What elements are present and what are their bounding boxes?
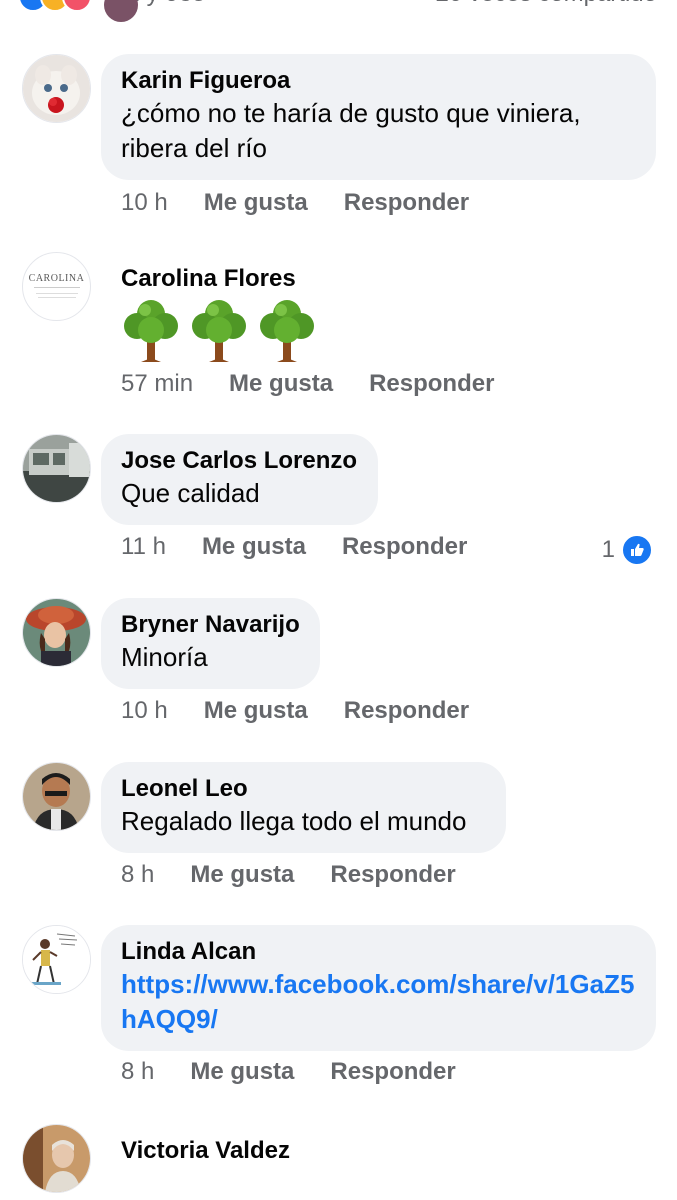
- comment-bubble[interactable]: Linda Alcan https://www.facebook.com/sha…: [101, 925, 656, 1051]
- comment-time[interactable]: 8 h: [121, 1058, 154, 1086]
- reply-button[interactable]: Responder: [344, 697, 469, 725]
- like-count-number: 1: [601, 536, 615, 563]
- reply-button[interactable]: Responder: [342, 533, 467, 561]
- reaction-icons[interactable]: [18, 0, 92, 12]
- reply-button[interactable]: Responder: [330, 1058, 455, 1086]
- comment-actions: 57 min Me gusta Responder: [121, 370, 494, 398]
- reply-button[interactable]: Responder: [330, 861, 455, 889]
- emoji-row: [121, 298, 531, 362]
- avatar-logo-text: CAROLINA: [28, 272, 85, 284]
- kitten-avatar-icon: [23, 55, 90, 122]
- comment-time[interactable]: 10 h: [121, 697, 168, 725]
- comment-time[interactable]: 11 h: [121, 533, 166, 561]
- comment-actions: 11 h Me gusta Responder: [121, 533, 467, 561]
- comment-bubble[interactable]: Victoria Valdez: [101, 1124, 551, 1180]
- person-photo-avatar-icon: [23, 1125, 90, 1192]
- comment-like-count[interactable]: 1: [602, 534, 653, 566]
- comment-bubble[interactable]: Leonel Leo Regalado llega todo el mundo: [101, 762, 506, 853]
- comment-actions: 8 h Me gusta Responder: [121, 1058, 456, 1086]
- comment-author[interactable]: Jose Carlos Lorenzo: [121, 446, 358, 476]
- comment-text: Minoría: [121, 642, 208, 672]
- like-button[interactable]: Me gusta: [204, 189, 308, 217]
- comment-actions: 8 h Me gusta Responder: [121, 861, 456, 889]
- comment-time[interactable]: 8 h: [121, 861, 154, 889]
- avatar[interactable]: [22, 598, 91, 667]
- person-photo-avatar-icon: [23, 763, 90, 830]
- vehicle-photo-avatar-icon: [23, 435, 90, 502]
- comment-author[interactable]: Victoria Valdez: [121, 1136, 531, 1166]
- avatar[interactable]: [22, 1124, 91, 1193]
- like-button[interactable]: Me gusta: [204, 697, 308, 725]
- thumbs-up-icon: [621, 534, 653, 566]
- comment-text: ¿cómo no te haría de gusto que viniera, …: [121, 98, 581, 163]
- avatar[interactable]: [22, 925, 91, 994]
- comment-bubble[interactable]: Bryner Navarijo Minoría: [101, 598, 320, 689]
- comment-text: Regalado llega todo el mundo: [121, 806, 467, 836]
- comment-author[interactable]: Bryner Navarijo: [121, 610, 300, 640]
- shares-count[interactable]: 20 veces compartido: [436, 0, 657, 8]
- reply-button[interactable]: Responder: [369, 370, 494, 398]
- avatar[interactable]: CAROLINA: [22, 252, 91, 321]
- partial-avatar: [104, 0, 138, 22]
- comment-bubble[interactable]: Carolina Flores: [101, 252, 551, 376]
- comment-author[interactable]: Leonel Leo: [121, 774, 486, 804]
- comment-actions: 10 h Me gusta Responder: [121, 189, 469, 217]
- comment-text: Que calidad: [121, 478, 260, 508]
- tree-emoji-icon: [260, 300, 314, 362]
- comment-author[interactable]: Karin Figueroa: [121, 66, 636, 96]
- comment-bubble[interactable]: Jose Carlos Lorenzo Que calidad: [101, 434, 378, 525]
- comment-author[interactable]: Linda Alcan: [121, 937, 636, 967]
- comment-actions: 10 h Me gusta Responder: [121, 697, 469, 725]
- avatar[interactable]: [22, 434, 91, 503]
- comment-time[interactable]: 57 min: [121, 370, 193, 398]
- comment-time[interactable]: 10 h: [121, 189, 168, 217]
- reply-button[interactable]: Responder: [344, 189, 469, 217]
- comment-author[interactable]: Carolina Flores: [121, 264, 531, 294]
- like-button[interactable]: Me gusta: [190, 1058, 294, 1086]
- avatar[interactable]: [22, 54, 91, 123]
- like-button[interactable]: Me gusta: [202, 533, 306, 561]
- tree-emoji-icon: [192, 300, 246, 362]
- like-button[interactable]: Me gusta: [190, 861, 294, 889]
- like-button[interactable]: Me gusta: [229, 370, 333, 398]
- comment-bubble[interactable]: Karin Figueroa ¿cómo no te haría de gust…: [101, 54, 656, 180]
- shared-link[interactable]: https://www.facebook.com/share/v/1GaZ5hA…: [121, 967, 636, 1037]
- love-reaction-icon: [62, 0, 92, 12]
- post-reactions-bar: Tú y 983 20 veces compartido: [0, 0, 677, 12]
- illustration-avatar-icon: [23, 926, 90, 993]
- painting-portrait-avatar-icon: [23, 599, 90, 666]
- tree-emoji-icon: [124, 300, 178, 362]
- avatar[interactable]: [22, 762, 91, 831]
